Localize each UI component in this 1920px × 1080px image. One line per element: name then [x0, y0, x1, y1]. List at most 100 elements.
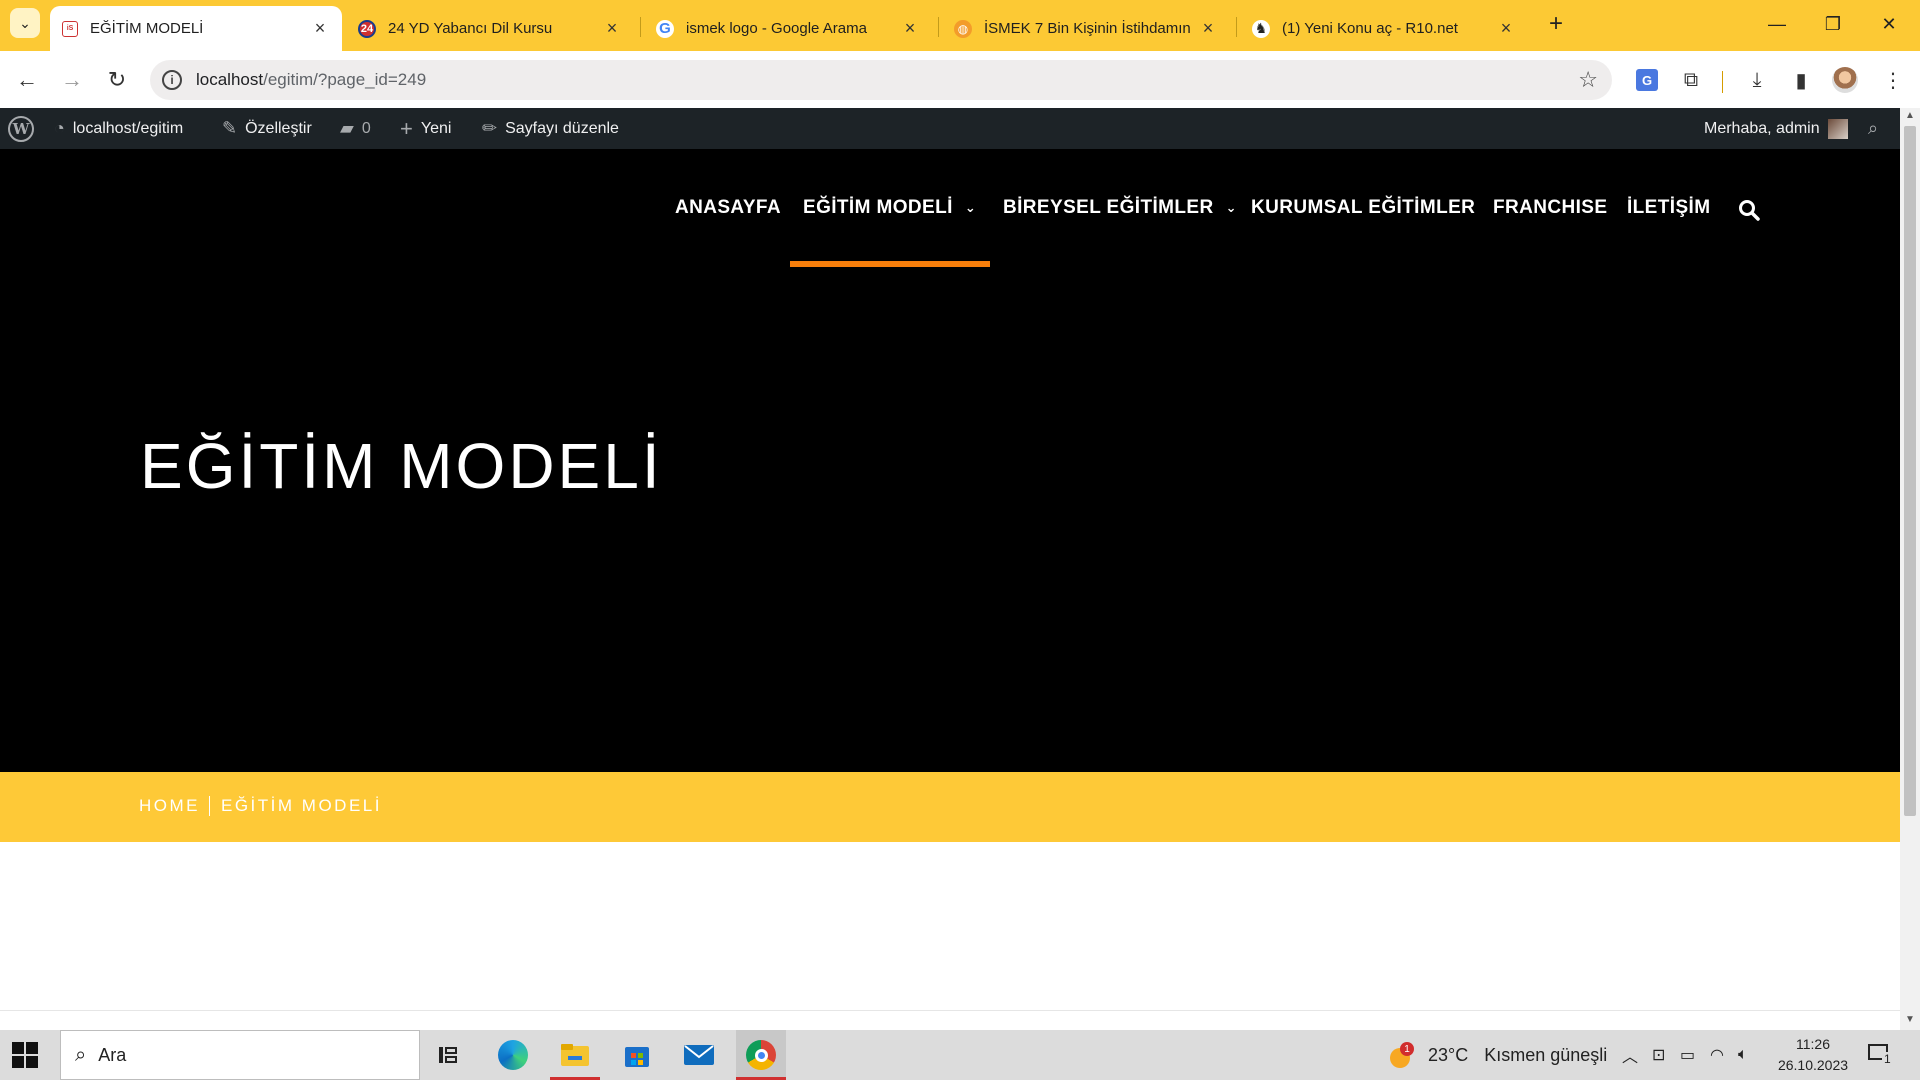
toolbar-divider	[1722, 71, 1723, 93]
google-favicon-icon: G	[656, 19, 674, 38]
wp-admin-bar: W ◔ localhost/egitim ✎ Özelleştir ▰ 0 + …	[0, 108, 1900, 149]
mail-icon[interactable]	[674, 1030, 724, 1080]
nav-kurumsal-egitimler[interactable]: KURUMSAL EĞİTİMLER	[1251, 197, 1475, 219]
admin-site-link[interactable]: ◔ localhost/egitim	[54, 108, 183, 149]
admin-account-link[interactable]: Merhaba, admin	[1704, 108, 1848, 149]
file-explorer-icon[interactable]	[550, 1030, 600, 1080]
notification-center-icon[interactable]: 1	[1868, 1030, 1896, 1080]
weather-widget[interactable]: 1 23°C Kısmen güneşli	[1388, 1030, 1607, 1080]
scroll-down-arrow[interactable]: ▼	[1904, 1014, 1916, 1028]
admin-new-link[interactable]: + Yeni	[400, 108, 451, 149]
restore-button[interactable]: ❐	[1810, 4, 1856, 44]
side-panel-icon[interactable]: ▮	[1786, 65, 1816, 95]
nav-egitim-modeli[interactable]: EĞİTİM MODELİ ⌄	[803, 197, 976, 219]
nav-label: KURUMSAL EĞİTİMLER	[1251, 197, 1476, 218]
dashboard-icon: ◔	[54, 118, 65, 138]
globe-icon: ◍	[954, 19, 972, 38]
r10-favicon-icon: ♞	[1252, 19, 1270, 38]
taskbar-search-placeholder: Ara	[98, 1044, 127, 1065]
breadcrumb-current: EĞİTİM MODELİ	[221, 796, 382, 815]
admin-customize-label: Özelleştir	[245, 119, 312, 137]
nav-iletisim[interactable]: İLETİŞİM	[1627, 197, 1710, 219]
tray-chevron-up-icon[interactable]: ︿	[1622, 1030, 1638, 1080]
store-icon[interactable]	[612, 1030, 662, 1080]
admin-new-label: Yeni	[420, 119, 452, 137]
24yd-favicon-icon: 24	[358, 19, 376, 38]
close-icon[interactable]: ×	[602, 18, 622, 39]
forward-button[interactable]: →	[55, 63, 89, 97]
windows-start-icon[interactable]	[12, 1042, 38, 1068]
reload-button[interactable]: ↻	[100, 63, 134, 97]
reload-icon: ↻	[107, 67, 127, 92]
chrome-icon[interactable]	[736, 1030, 786, 1080]
download-icon[interactable]: ⤓	[1742, 65, 1772, 95]
close-icon[interactable]: ×	[1198, 18, 1218, 39]
star-icon[interactable]: ☆	[1578, 67, 1598, 93]
chevron-down-icon: ⌄	[19, 14, 31, 31]
tab-google-search[interactable]: G ismek logo - Google Arama ×	[644, 6, 932, 51]
weather-sun-cloud-icon: 1	[1388, 1042, 1418, 1068]
page-title: EĞİTİM MODELİ	[140, 430, 663, 502]
profile-avatar[interactable]	[1830, 65, 1860, 95]
close-icon[interactable]: ×	[1496, 18, 1516, 39]
nav-label: FRANCHISE	[1493, 197, 1608, 218]
taskbar-search-box[interactable]: ⌕ Ara	[60, 1030, 420, 1080]
weather-badge: 1	[1400, 1042, 1414, 1056]
plus-icon: +	[400, 115, 413, 141]
new-tab-button[interactable]: +	[1542, 10, 1570, 38]
tab-title: 24 YD Yabancı Dil Kursu	[388, 20, 553, 37]
admin-search-icon[interactable]: ⌕	[1868, 108, 1878, 149]
nav-label: ANASAYFA	[675, 197, 781, 218]
battery-icon[interactable]: ▭	[1680, 1030, 1695, 1080]
info-icon[interactable]: i	[162, 70, 182, 90]
tab-title: ismek logo - Google Arama	[686, 20, 867, 37]
tab-ismek-news[interactable]: ◍ İSMEK 7 Bin Kişinin İstihdamın ×	[942, 6, 1230, 51]
tab-24yd[interactable]: 24 24 YD Yabancı Dil Kursu ×	[346, 6, 634, 51]
close-icon[interactable]: ×	[900, 18, 920, 39]
translate-icon[interactable]: G	[1632, 65, 1662, 95]
extensions-icon[interactable]: ⧉	[1676, 65, 1706, 95]
task-view-icon[interactable]	[424, 1030, 474, 1080]
volume-icon[interactable]: 🔈︎	[1738, 1030, 1748, 1080]
admin-site-label: localhost/egitim	[72, 119, 184, 137]
tab-egitim-modeli[interactable]: iS EĞİTİM MODELİ ×	[50, 6, 342, 51]
active-nav-indicator	[790, 261, 990, 267]
clock-time: 11:26	[1796, 1036, 1830, 1052]
close-window-button[interactable]: ✕	[1866, 4, 1912, 44]
admin-comments-link[interactable]: ▰ 0	[340, 108, 371, 149]
weather-temp: 23°C	[1428, 1044, 1469, 1065]
admin-edit-page-link[interactable]: ✏ Sayfayı düzenle	[482, 108, 619, 149]
nav-search-icon[interactable]	[1738, 199, 1760, 226]
minimize-button[interactable]: —	[1754, 4, 1800, 44]
arrow-left-icon: ←	[16, 67, 38, 92]
tab-title: (1) Yeni Konu aç - R10.net	[1282, 20, 1458, 37]
meet-icon[interactable]: ⊡	[1652, 1030, 1665, 1080]
tab-r10[interactable]: ♞ (1) Yeni Konu aç - R10.net ×	[1240, 6, 1528, 51]
nav-franchise[interactable]: FRANCHISE	[1493, 197, 1607, 219]
tab-search-button[interactable]: ⌄	[10, 8, 40, 38]
close-icon[interactable]: ×	[310, 18, 330, 39]
page-bottom-edge	[0, 1010, 1900, 1030]
back-button[interactable]: ←	[10, 63, 44, 97]
system-clock[interactable]: 11:26 26.10.2023	[1766, 1034, 1860, 1076]
vertical-scrollbar[interactable]: ▲ ▼	[1900, 108, 1920, 1030]
nav-anasayfa[interactable]: ANASAYFA	[675, 197, 781, 219]
clock-date: 26.10.2023	[1777, 1057, 1849, 1073]
scroll-up-arrow[interactable]: ▲	[1904, 110, 1916, 124]
tab-separator	[1236, 17, 1237, 37]
pencil-icon: ✏	[482, 118, 498, 138]
nav-label: EĞİTİM MODELİ	[803, 197, 953, 218]
admin-customize-link[interactable]: ✎ Özelleştir	[222, 108, 312, 149]
admin-comments-count: 0	[361, 119, 371, 137]
edge-icon[interactable]	[488, 1030, 538, 1080]
address-bar[interactable]: i localhost/egitim/?page_id=249 ☆	[150, 60, 1612, 100]
menu-kebab-icon[interactable]: ⋮	[1878, 65, 1908, 95]
tab-title: EĞİTİM MODELİ	[90, 20, 204, 37]
windows-taskbar: ⌕ Ara 1 23°C Kısmen güneşli ︿ ⊡ ▭ ◠ 🔈︎ 1…	[0, 1030, 1920, 1080]
wordpress-logo-icon[interactable]: W	[8, 108, 34, 149]
wifi-icon[interactable]: ◠	[1710, 1030, 1724, 1080]
nav-bireysel-egitimler[interactable]: BİREYSEL EĞİTİMLER ⌄	[1003, 197, 1237, 219]
notification-count: 1	[1882, 1052, 1893, 1066]
scroll-thumb[interactable]	[1904, 126, 1916, 816]
breadcrumb-home[interactable]: HOME	[139, 796, 200, 816]
